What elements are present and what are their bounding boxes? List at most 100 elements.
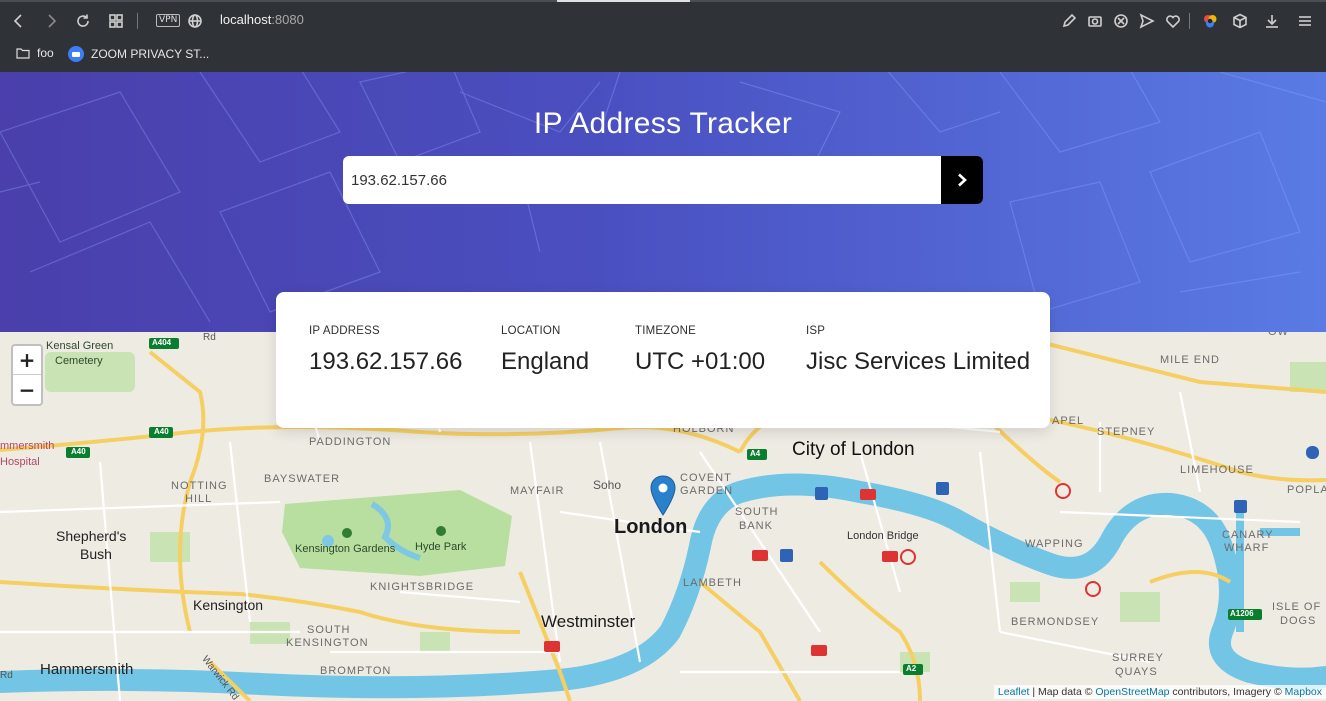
- send-icon[interactable]: [1136, 10, 1158, 32]
- map-label: Cemetery: [55, 355, 103, 367]
- map-label: ISLE OF: [1272, 601, 1322, 613]
- reload-icon[interactable]: [72, 10, 94, 32]
- bookmark-folder-foo[interactable]: foo: [16, 46, 54, 60]
- map-label: MILE END: [1160, 354, 1220, 366]
- road-shield: A1206: [1230, 609, 1254, 618]
- isp-value: Jisc Services Limited: [806, 348, 1031, 375]
- search-bar: [343, 156, 983, 204]
- extension-icon[interactable]: [1199, 10, 1221, 32]
- map-label: LIMEHOUSE: [1180, 464, 1254, 476]
- bookmark-label: ZOOM PRIVACY ST...: [91, 47, 210, 61]
- tabs-grid-icon[interactable]: [105, 10, 127, 32]
- map-label: Bush: [80, 546, 112, 562]
- bookmark-zoom-privacy[interactable]: ZOOM PRIVACY ST...: [68, 46, 209, 62]
- edit-icon[interactable]: [1058, 10, 1080, 32]
- road-shield: A404: [152, 338, 172, 347]
- ip-search-input[interactable]: [343, 156, 941, 204]
- toolbar-separator: [137, 13, 138, 29]
- location-label: LOCATION: [501, 325, 561, 337]
- map-label: Soho: [593, 478, 622, 492]
- map-label: SOUTH: [735, 506, 779, 518]
- map-label: QUAYS: [1115, 666, 1158, 678]
- ip-value: 193.62.157.66: [309, 348, 463, 375]
- map-label: COVENT: [680, 472, 732, 484]
- url-host: localhost: [220, 12, 272, 27]
- block-icon[interactable]: [1110, 10, 1132, 32]
- back-icon[interactable]: [8, 10, 30, 32]
- url-port: :8080: [271, 12, 304, 27]
- info-location: LOCATION England: [501, 325, 589, 376]
- map-label: BROMPTON: [320, 665, 392, 677]
- map-label: London Bridge: [847, 530, 919, 542]
- map-label: Kensington: [193, 597, 264, 613]
- search-submit-button[interactable]: [941, 156, 983, 204]
- bookmarks-bar: foo ZOOM PRIVACY ST...: [0, 42, 1326, 66]
- map-label: Hyde Park: [415, 541, 467, 553]
- map-label: Rd: [0, 670, 13, 681]
- mapbox-link[interactable]: Mapbox: [1285, 686, 1322, 698]
- tab-strip: [0, 0, 1326, 2]
- map-label: STEPNEY: [1097, 426, 1156, 438]
- map-label: BAYSWATER: [264, 473, 341, 485]
- map-label: LAMBETH: [683, 577, 742, 589]
- ip-info-card: IP ADDRESS 193.62.157.66 LOCATION Englan…: [276, 292, 1050, 428]
- active-tab-indicator[interactable]: [557, 0, 690, 2]
- map-label: APEL: [1052, 415, 1085, 427]
- info-ip: IP ADDRESS 193.62.157.66: [309, 325, 462, 376]
- attribution-text: | Map data ©: [1029, 686, 1096, 698]
- menu-icon[interactable]: [1294, 10, 1316, 32]
- map-label: BANK: [739, 520, 773, 532]
- isp-label: ISP: [806, 325, 826, 337]
- map-label: Hospital: [0, 456, 40, 468]
- map-label: NOTTING: [171, 480, 228, 492]
- map-label: KNIGHTSBRIDGE: [370, 581, 475, 593]
- heart-icon[interactable]: [1162, 10, 1184, 32]
- vpn-badge[interactable]: VPN: [156, 14, 181, 27]
- toolbar-separator: [1189, 13, 1190, 29]
- road-shield: A40: [154, 427, 169, 436]
- map-label: GARDEN: [680, 485, 734, 497]
- zoom-out-button[interactable]: −: [13, 375, 41, 404]
- map-label: Hammersmith: [40, 661, 134, 678]
- osm-link[interactable]: OpenStreetMap: [1095, 686, 1169, 698]
- zoom-icon: [68, 46, 84, 62]
- map-label: MAYFAIR: [510, 485, 565, 497]
- map-label: WAPPING: [1025, 538, 1084, 550]
- map-label: Westminster: [541, 612, 636, 631]
- map-label: Rd: [203, 332, 216, 343]
- map-attribution: Leaflet | Map data © OpenStreetMap contr…: [993, 685, 1326, 699]
- map-label: mmersmith: [0, 440, 55, 452]
- chevron-right-icon: [958, 173, 967, 187]
- download-icon[interactable]: [1261, 10, 1283, 32]
- map-label: SURREY: [1112, 652, 1164, 664]
- leaflet-link[interactable]: Leaflet: [998, 686, 1030, 698]
- address-bar[interactable]: localhost:8080: [220, 12, 304, 27]
- map-label: London: [614, 516, 688, 538]
- map-label: Shepherd's: [56, 528, 127, 544]
- map-label: CANARY: [1222, 529, 1274, 541]
- location-value: England: [501, 348, 590, 375]
- map-label: Kensington Gardens: [295, 543, 396, 555]
- road-shield: A40: [71, 447, 86, 456]
- road-shield: A4: [750, 449, 761, 458]
- timezone-value: UTC +01:00: [635, 348, 766, 375]
- map-label: Kensal Green: [46, 340, 114, 352]
- map-label: POPLA: [1287, 484, 1326, 496]
- location-marker-icon[interactable]: [649, 475, 677, 517]
- cube-icon[interactable]: [1229, 10, 1251, 32]
- timezone-label: TIMEZONE: [635, 325, 697, 337]
- browser-chrome: VPN localhost:8080 foo ZOOM PRIVACY ST..…: [0, 0, 1326, 72]
- attribution-text: contributors, Imagery ©: [1169, 686, 1285, 698]
- forward-icon[interactable]: [40, 10, 62, 32]
- map-label: DOGS: [1280, 615, 1317, 627]
- map-label: HILL: [185, 493, 213, 505]
- globe-icon[interactable]: [184, 10, 206, 32]
- page-title: IP Address Tracker: [533, 107, 793, 140]
- info-isp: ISP Jisc Services Limited: [806, 325, 1030, 376]
- zoom-in-button[interactable]: +: [13, 346, 41, 375]
- map-label: WHARF: [1224, 542, 1270, 554]
- ip-label: IP ADDRESS: [309, 325, 380, 337]
- camera-icon[interactable]: [1084, 10, 1106, 32]
- zoom-control: + −: [11, 344, 43, 406]
- bookmark-label: foo: [37, 46, 54, 60]
